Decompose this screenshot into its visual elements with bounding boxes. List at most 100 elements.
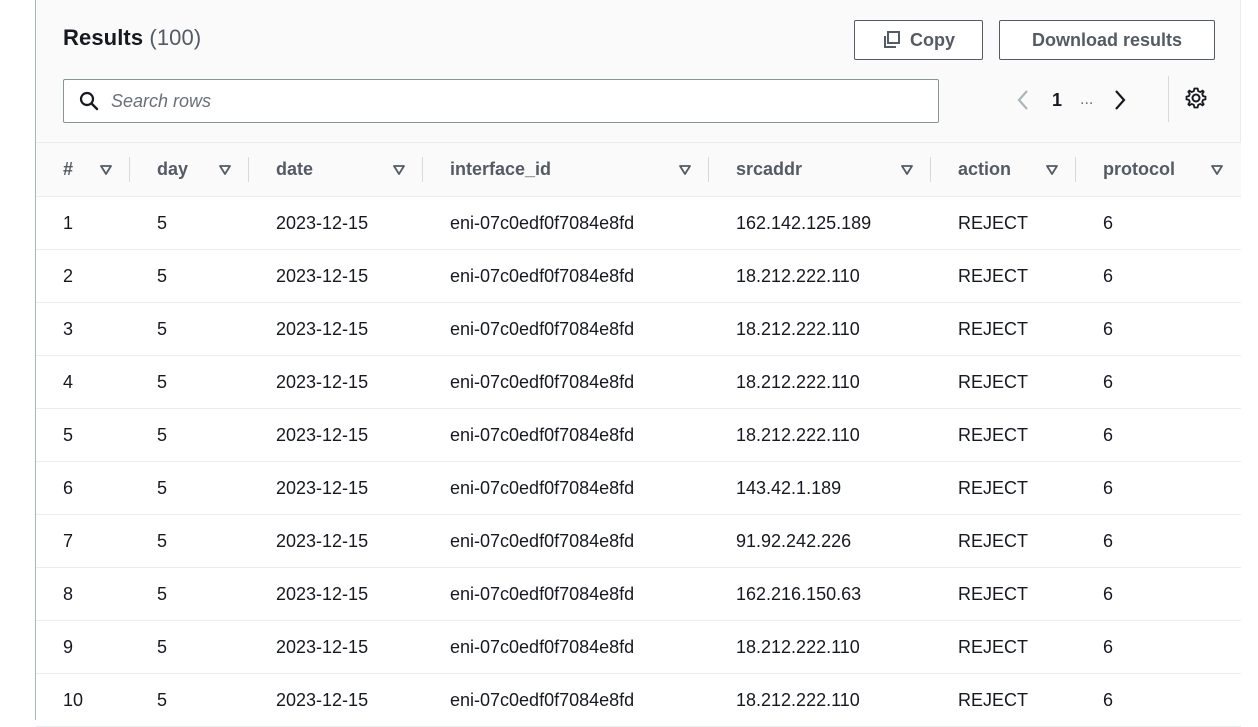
copy-button[interactable]: Copy [854,20,983,60]
cell-protocol: 6 [1103,689,1114,710]
results-panel: Results (100) Copy Download results Sear… [35,0,1241,727]
page-number[interactable]: 1 [1052,90,1062,111]
search-input[interactable] [109,89,893,113]
table-row[interactable]: 2 5 2023-12-15 eni-07c0edf0f7084e8fd 18.212.… [36,250,1241,303]
cell-protocol: 6 [1103,636,1114,657]
sort-down-triangle-icon[interactable] [219,164,231,175]
cell-index: 6 [63,477,74,498]
cell-protocol: 6 [1103,583,1114,604]
cell-srcaddr: 162.142.125.189 [736,212,872,233]
search-icon [79,91,99,111]
cell-srcaddr: 18.212.222.110 [736,318,860,339]
download-results-button[interactable]: Download results [999,20,1215,60]
cell-action: REJECT [958,371,1029,392]
cell-interface-id: eni-07c0edf0f7084e8fd [450,583,635,604]
chevron-left-icon[interactable] [1016,88,1030,112]
cell-index: 1 [63,212,74,233]
results-count: (100) [149,25,202,50]
table-row[interactable]: 4 5 2023-12-15 eni-07c0edf0f7084e8fd 18.212.… [36,356,1241,409]
column-header-interface-id[interactable]: interface_id [423,143,709,197]
cell-interface-id: eni-07c0edf0f7084e8fd [450,212,635,233]
cell-date: 2023-12-15 [276,583,369,604]
pagination-ellipsis: ... [1080,91,1094,108]
cell-action: REJECT [958,636,1029,657]
cell-srcaddr: 91.92.242.226 [736,530,852,551]
cell-srcaddr: 143.42.1.189 [736,477,842,498]
cell-date: 2023-12-15 [276,477,369,498]
cell-date: 2023-12-15 [276,371,369,392]
column-header-srcaddr[interactable]: srcaddr [709,143,931,197]
table-header-row: # day date interface_id srcaddr action p… [36,142,1241,197]
sort-down-triangle-icon[interactable] [679,164,691,175]
cell-day: 5 [157,689,168,710]
sort-down-triangle-icon[interactable] [1046,164,1058,175]
table-row[interactable]: 7 5 2023-12-15 eni-07c0edf0f7084e8fd 91.92.2… [36,515,1241,568]
sort-down-triangle-icon[interactable] [393,164,405,175]
cell-day: 5 [157,318,168,339]
table-row[interactable]: 1 5 2023-12-15 eni-07c0edf0f7084e8fd 162.142… [36,197,1241,250]
download-results-label: Download results [1031,29,1183,50]
pagination: 1 ... [1016,86,1127,114]
cell-action: REJECT [958,212,1029,233]
column-header-date[interactable]: date [249,143,423,197]
cell-interface-id: eni-07c0edf0f7084e8fd [450,636,635,657]
cell-action: REJECT [958,318,1029,339]
cell-day: 5 [157,212,168,233]
cell-srcaddr: 18.212.222.110 [736,265,860,286]
cell-protocol: 6 [1103,424,1114,445]
cell-day: 5 [157,583,168,604]
cell-srcaddr: 18.212.222.110 [736,689,860,710]
cell-protocol: 6 [1103,530,1114,551]
cell-day: 5 [157,530,168,551]
cell-index: 5 [63,424,74,445]
cell-interface-id: eni-07c0edf0f7084e8fd [450,477,635,498]
cell-srcaddr: 162.216.150.63 [736,583,862,604]
sort-down-triangle-icon[interactable] [100,164,112,175]
table-row[interactable]: 9 5 2023-12-15 eni-07c0edf0f7084e8fd 18.212.… [36,621,1241,674]
results-header: Results (100) Copy Download results Sear… [36,0,1240,142]
cell-day: 5 [157,636,168,657]
cell-action: REJECT [958,583,1029,604]
cell-interface-id: eni-07c0edf0f7084e8fd [450,318,635,339]
cell-day: 5 [157,265,168,286]
cell-date: 2023-12-15 [276,530,369,551]
column-header-index[interactable]: # [36,143,130,197]
cell-index: 8 [63,583,74,604]
cell-day: 5 [157,371,168,392]
table-row[interactable]: 10 5 2023-12-15 eni-07c0edf0f7084e8fd 18.212… [36,674,1241,727]
cell-action: REJECT [958,265,1029,286]
cell-date: 2023-12-15 [276,636,369,657]
table-row[interactable]: 5 5 2023-12-15 eni-07c0edf0f7084e8fd 18.212.… [36,409,1241,462]
cell-index: 9 [63,636,74,657]
copy-icon [882,30,902,50]
cell-interface-id: eni-07c0edf0f7084e8fd [450,424,635,445]
table-row[interactable]: 3 5 2023-12-15 eni-07c0edf0f7084e8fd 18.212.… [36,303,1241,356]
cell-protocol: 6 [1103,477,1114,498]
sort-down-triangle-icon[interactable] [901,164,913,175]
column-header-day[interactable]: day [130,143,249,197]
cell-interface-id: eni-07c0edf0f7084e8fd [450,689,635,710]
results-title: Results (100) [63,25,201,51]
cell-day: 5 [157,477,168,498]
cell-date: 2023-12-15 [276,265,369,286]
table-row[interactable]: 8 5 2023-12-15 eni-07c0edf0f7084e8fd 162.216… [36,568,1241,621]
cell-action: REJECT [958,530,1029,551]
cell-date: 2023-12-15 [276,424,369,445]
gear-icon[interactable] [1184,86,1208,110]
search-box[interactable] [63,79,939,123]
cell-index: 2 [63,265,74,286]
cell-action: REJECT [958,424,1029,445]
cell-index: 4 [63,371,74,392]
chevron-right-icon[interactable] [1113,88,1127,112]
cell-day: 5 [157,424,168,445]
cell-action: REJECT [958,477,1029,498]
column-header-protocol[interactable]: protocol [1076,143,1241,197]
column-header-action[interactable]: action [931,143,1076,197]
results-table: # day date interface_id srcaddr action p… [36,142,1241,727]
table-row[interactable]: 6 5 2023-12-15 eni-07c0edf0f7084e8fd 143.42.… [36,462,1241,515]
sort-down-triangle-icon[interactable] [1211,164,1223,175]
cell-interface-id: eni-07c0edf0f7084e8fd [450,265,635,286]
cell-protocol: 6 [1103,318,1114,339]
cell-protocol: 6 [1103,265,1114,286]
cell-protocol: 6 [1103,371,1114,392]
